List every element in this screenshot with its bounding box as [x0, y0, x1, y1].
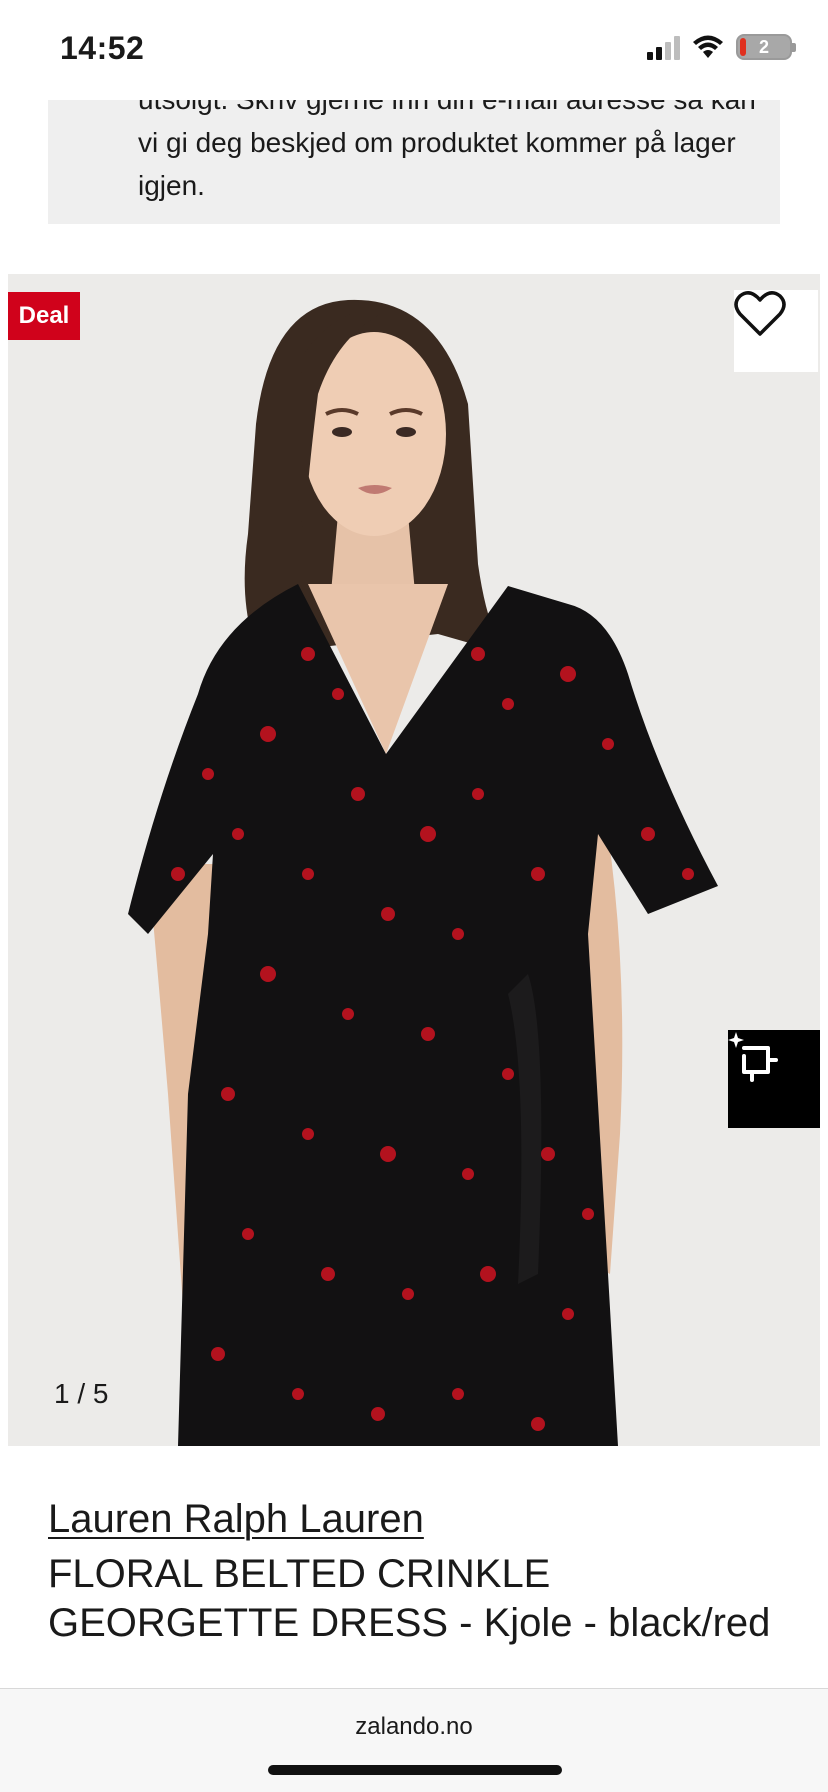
- product-title: FLORAL BELTED CRINKLE GEORGETTE DRESS - …: [48, 1552, 771, 1645]
- deal-badge: Deal: [8, 292, 80, 340]
- stock-notice-text: utsolgt. Skriv gjerne inn din e-mail adr…: [138, 96, 756, 201]
- image-counter: 1 / 5: [54, 1378, 109, 1409]
- product-page: 14:52 2 utsolgt. Skriv gjerne inn din e-…: [0, 0, 828, 1792]
- cellular-signal-icon: [647, 34, 680, 60]
- visual-search-button[interactable]: [728, 1030, 820, 1128]
- home-indicator[interactable]: [268, 1765, 562, 1775]
- browser-bottom-bar: zalando.no: [0, 1688, 828, 1792]
- heart-icon: [734, 291, 786, 336]
- product-photo: [8, 274, 820, 1446]
- crop-sparkle-icon: [728, 1032, 778, 1082]
- url-address[interactable]: zalando.no: [0, 1713, 828, 1741]
- stock-notice: utsolgt. Skriv gjerne inn din e-mail adr…: [48, 96, 780, 224]
- product-image-carousel[interactable]: Deal 1 / 5: [8, 274, 820, 1446]
- status-time: 14:52: [60, 30, 145, 66]
- status-icons: 2: [647, 34, 796, 60]
- brand-link[interactable]: Lauren Ralph Lauren: [48, 1496, 424, 1542]
- wishlist-button[interactable]: [734, 290, 818, 372]
- status-bar: 14:52 2: [0, 0, 828, 100]
- battery-icon: 2: [736, 34, 796, 60]
- wifi-icon: [693, 35, 723, 58]
